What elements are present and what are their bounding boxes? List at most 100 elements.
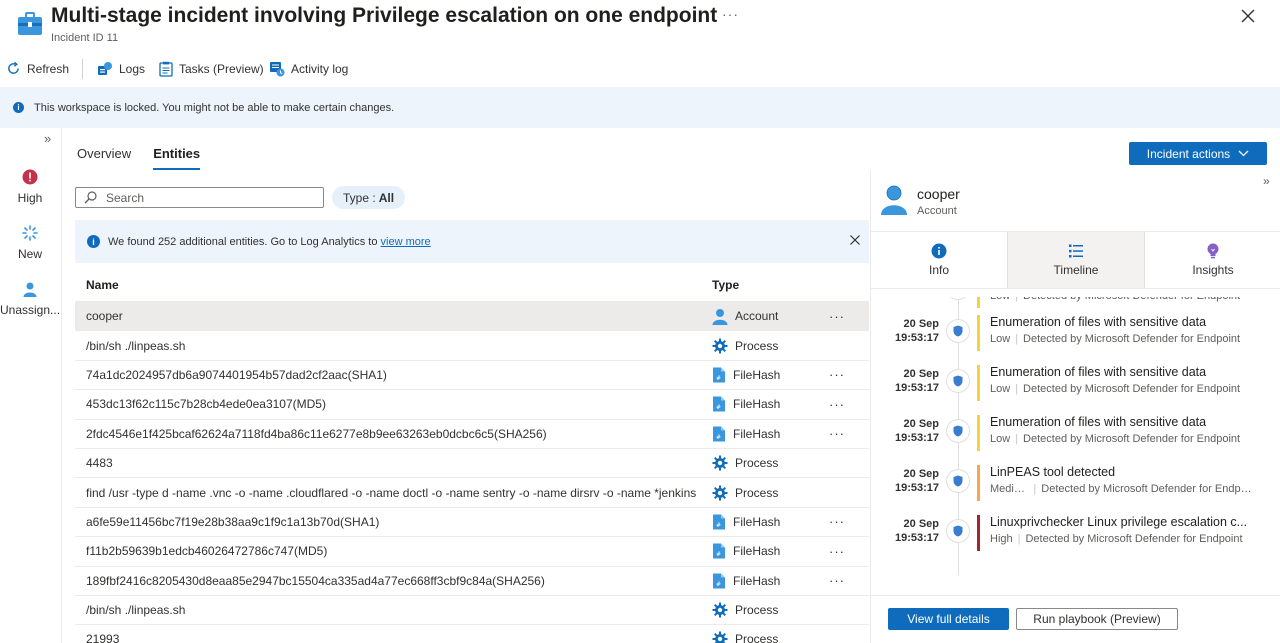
- logs-button[interactable]: Logs: [97, 61, 145, 77]
- row-more-button[interactable]: ···: [829, 309, 845, 324]
- briefcase-icon: [18, 12, 42, 35]
- row-more-button[interactable]: ···: [829, 544, 845, 559]
- shield-icon: [947, 470, 969, 492]
- tab-timeline[interactable]: Timeline: [1007, 232, 1145, 288]
- activity-log-button[interactable]: Activity log: [269, 61, 348, 77]
- table-row[interactable]: 21993 Process: [75, 625, 869, 643]
- shield-icon: [947, 297, 969, 299]
- main-tabs: Overview Entities: [77, 146, 201, 170]
- collapse-panel-button[interactable]: »: [1263, 174, 1270, 188]
- entity-name-cell: 453dc13f62c115c7b28cb4ede0ea3107(MD5): [86, 397, 326, 412]
- table-row[interactable]: cooper Account ···: [75, 302, 869, 332]
- logs-label: Logs: [119, 62, 146, 76]
- incident-actions-button[interactable]: Incident actions: [1129, 142, 1267, 165]
- entity-type: Account: [917, 205, 957, 217]
- row-more-button[interactable]: ···: [829, 514, 845, 529]
- account-avatar-icon: [881, 185, 907, 215]
- timeline-alert[interactable]: 20 Sep 19:53:17 Enumeration of files with …: [871, 313, 1280, 363]
- tab-overview[interactable]: Overview: [77, 146, 131, 170]
- tasks-button[interactable]: Tasks (Preview): [159, 61, 264, 77]
- timeline-alert[interactable]: 20 Sep 19:53:17 LinPEAS tool detected Mediu…: [871, 463, 1280, 513]
- entity-type-cell: Process: [712, 485, 778, 501]
- column-header-type[interactable]: Type: [712, 278, 739, 292]
- alert-source: Detected by Microsoft Defender for Endpo…: [1023, 333, 1241, 345]
- entity-details-panel: » cooper Account Info Timeline Insights …: [870, 170, 1280, 643]
- shield-icon: [947, 370, 969, 392]
- title-more-button[interactable]: ···: [722, 6, 739, 22]
- table-row[interactable]: 189fbf2416c8205430d8eaa85e2947bc15504ca3…: [75, 567, 869, 596]
- entity-type-label: Process: [735, 485, 779, 500]
- table-row[interactable]: f11b2b59639b1edcb46026472786c747(MD5) # Fi…: [75, 537, 869, 567]
- entity-name-cell: 189fbf2416c8205430d8eaa85e2947bc15504ca3…: [86, 573, 545, 588]
- alert-severity: Low: [990, 383, 1011, 395]
- search-input[interactable]: [106, 190, 316, 205]
- meta-divider: |: [1015, 297, 1018, 302]
- entity-type-label: Process: [735, 603, 779, 618]
- shield-icon: [947, 420, 969, 442]
- entity-type-cell: Process: [712, 631, 778, 643]
- entity-type-label: FileHash: [733, 426, 781, 441]
- entity-name-cell: 2fdc4546e1f425bcaf62624a7118fd4ba86c11e6…: [86, 426, 547, 441]
- run-playbook-button[interactable]: Run playbook (Preview): [1016, 608, 1178, 630]
- tab-insights[interactable]: Insights: [1145, 232, 1280, 288]
- status-indicator[interactable]: New: [0, 225, 60, 261]
- alert-meta: Low | Detected by Microsoft Defender for E…: [990, 383, 1252, 395]
- entity-type-cell: # FileHash: [712, 543, 780, 559]
- entity-type-cell: Process: [712, 455, 778, 471]
- view-full-details-button[interactable]: View full details: [888, 608, 1009, 630]
- column-header-name[interactable]: Name: [86, 278, 698, 292]
- alert-source: Detected by Microsoft Defender for Endpo…: [1023, 433, 1241, 445]
- alert-source: Detected by Microsoft Defender for Endpo…: [1023, 383, 1241, 395]
- expand-rail-button[interactable]: »: [44, 131, 51, 146]
- entity-name-cell: 4483: [86, 456, 113, 471]
- table-row[interactable]: find /usr -type d -name .vnc -o -name .c…: [75, 478, 869, 508]
- svg-text:#: #: [716, 434, 721, 441]
- timeline-alert[interactable]: 20 Sep 19:53:17 Linuxprivchecker Linux pri…: [871, 513, 1280, 563]
- severity-indicator[interactable]: High: [0, 169, 60, 205]
- table-row[interactable]: 4483 Process: [75, 449, 869, 479]
- alert-title: Enumeration of files with sensitive data: [990, 415, 1207, 429]
- timeline-alert[interactable]: 20 Sep 19:53:17 Enumeration of files with …: [871, 413, 1280, 463]
- info-icon: i: [13, 102, 24, 113]
- alert-meta: Low | Detected by Microsoft Defender for E…: [990, 433, 1252, 445]
- type-filter[interactable]: Type : All: [332, 186, 406, 209]
- alert-severity: Low: [990, 433, 1011, 445]
- table-row[interactable]: a6fe59e11456bc7f19e28b38aa9c1f9c1a13b70d…: [75, 508, 869, 538]
- row-more-button[interactable]: ···: [829, 397, 845, 412]
- table-row[interactable]: 74a1dc2024957db6a9074401954b57dad2cf2aac…: [75, 361, 869, 391]
- alert-date: 20 Sep 19:53:17: [894, 368, 939, 394]
- close-icon[interactable]: [849, 234, 861, 246]
- process-icon: [712, 631, 728, 643]
- table-row[interactable]: 453dc13f62c115c7b28cb4ede0ea3107(MD5) # Fi…: [75, 390, 869, 420]
- entity-name-cell: /bin/sh ./linpeas.sh: [86, 603, 186, 618]
- entity-type-cell: Process: [712, 602, 778, 618]
- close-icon[interactable]: [1238, 6, 1258, 26]
- entity-type-label: FileHash: [733, 544, 781, 559]
- refresh-button[interactable]: Refresh: [6, 61, 69, 76]
- tab-info[interactable]: Info: [871, 232, 1007, 288]
- table-row[interactable]: 2fdc4546e1f425bcaf62624a7118fd4ba86c11e6…: [75, 420, 869, 449]
- svg-text:#: #: [716, 551, 721, 558]
- alert-meta: Mediu... | Detected by Microsoft Defender …: [990, 483, 1252, 495]
- table-row[interactable]: /bin/sh ./linpeas.sh Process: [75, 596, 869, 626]
- table-row[interactable]: /bin/sh ./linpeas.sh Process: [75, 331, 869, 361]
- row-more-button[interactable]: ···: [829, 573, 845, 588]
- filehash-icon: #: [712, 396, 726, 412]
- alert-source: Detected by Microsoft Defender for Endpo…: [1023, 297, 1240, 302]
- view-more-link[interactable]: view more: [381, 236, 431, 248]
- meta-divider: |: [1017, 533, 1021, 545]
- owner-indicator[interactable]: Unassign...: [0, 281, 60, 317]
- meta-divider: |: [1015, 333, 1019, 345]
- alert-severity: Mediu...: [990, 483, 1029, 495]
- lightbulb-icon: [1207, 243, 1219, 259]
- alert-date: 20 Sep 19:53:17: [894, 318, 939, 344]
- tab-entities[interactable]: Entities: [153, 146, 201, 170]
- row-more-button[interactable]: ···: [829, 426, 845, 441]
- row-more-button[interactable]: ···: [829, 367, 845, 382]
- severity-label: High: [17, 191, 43, 205]
- timeline-alert[interactable]: 20 Sep 19:53:17 Enumeration of files with …: [871, 363, 1280, 413]
- user-icon: [23, 282, 37, 297]
- entity-type-cell: # FileHash: [712, 426, 780, 442]
- alert-severity: Low: [990, 297, 1010, 302]
- banner-text: This workspace is locked. You might not …: [34, 101, 395, 114]
